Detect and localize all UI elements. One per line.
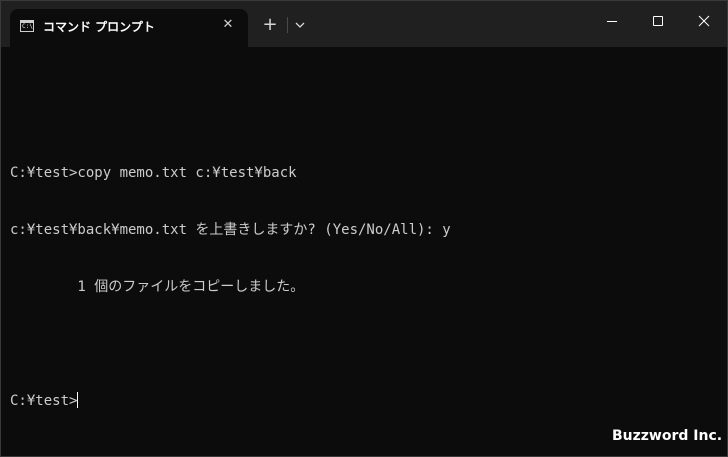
- plus-icon: +: [262, 14, 278, 35]
- prompt-text: C:¥test>: [10, 393, 78, 409]
- watermark: Buzzword Inc.: [612, 428, 723, 444]
- terminal-output[interactable]: C:¥test>copy memo.txt c:¥test¥back c:¥te…: [10, 69, 710, 449]
- close-window-icon: [698, 15, 710, 27]
- tab-command-prompt[interactable]: C:\ コマンド プロンプト ✕: [10, 9, 248, 47]
- prompt-line[interactable]: C:¥test>: [10, 392, 710, 411]
- minimize-button[interactable]: [589, 1, 635, 41]
- title-bar[interactable]: C:\ コマンド プロンプト ✕ +: [1, 1, 727, 47]
- tab-close-button[interactable]: ✕: [220, 17, 236, 33]
- tab-divider: [287, 17, 288, 33]
- console-icon: C:\: [20, 20, 34, 32]
- terminal-line: 1 個のファイルをコピーしました。: [10, 279, 305, 295]
- text-cursor: [77, 392, 79, 408]
- maximize-button[interactable]: [635, 1, 681, 41]
- terminal-line: C:¥test>copy memo.txt c:¥test¥back: [10, 165, 297, 181]
- close-window-button[interactable]: [681, 1, 727, 41]
- new-tab-button[interactable]: +: [260, 15, 280, 35]
- tab-dropdown-button[interactable]: [291, 16, 309, 34]
- scrollbar[interactable]: [722, 47, 726, 456]
- terminal-window: C:\ コマンド プロンプト ✕ + C:¥test>copy memo.txt…: [0, 0, 728, 457]
- close-icon: ✕: [222, 17, 234, 32]
- chevron-down-icon: [295, 22, 305, 28]
- terminal-line: c:¥test¥back¥memo.txt を上書きしますか? (Yes/No/…: [10, 222, 451, 238]
- tab-title: コマンド プロンプト: [43, 20, 155, 34]
- console-icon-label: C:\: [22, 23, 33, 30]
